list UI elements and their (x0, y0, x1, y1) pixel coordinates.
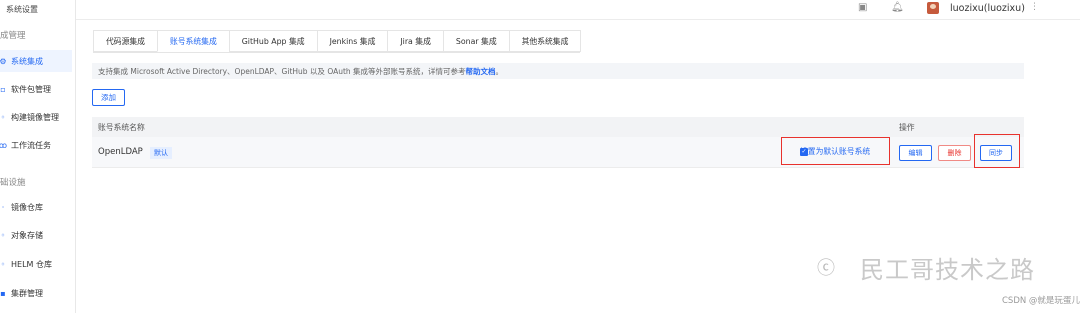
integration-tabs: 代码源集成 账号系统集成 GitHub App 集成 Jenkins 集成 Ji… (93, 30, 582, 53)
sidebar: 系统设置 成管理 ⚙ 系统集成 ▫ 软件包管理 ◦ 构建镜像管理 ꝏ 工作流任务… (0, 0, 76, 313)
sidebar-item-label: 对象存储 (11, 230, 43, 240)
user-name[interactable]: luozixu(luozixu) (950, 3, 1025, 14)
info-banner: 支持集成 Microsoft Active Directory、OpenLDAP… (92, 63, 1024, 79)
column-header-action: 操作 (899, 123, 915, 132)
tab-code-source[interactable]: 代码源集成 (93, 30, 158, 52)
sync-button[interactable]: 同步 (980, 145, 1012, 161)
cluster-icon: ▪ (0, 288, 6, 298)
sidebar-group-infra: 础设施 (0, 178, 26, 188)
add-button[interactable]: 添加 (92, 89, 125, 106)
csdn-watermark: CSDN @就是玩蛋儿 (1002, 296, 1080, 306)
sidebar-item-image-repo[interactable]: · 镜像仓库 (0, 196, 72, 218)
tab-account-system[interactable]: 账号系统集成 (156, 30, 230, 52)
object-storage-icon: ◦ (0, 230, 6, 240)
sidebar-item-system-integration[interactable]: ⚙ 系统集成 (0, 50, 72, 72)
image-repo-icon: · (1, 202, 5, 212)
tab-sonar[interactable]: Sonar 集成 (442, 30, 510, 52)
table-header: 账号系统名称 操作 (92, 117, 1024, 137)
sidebar-item-workflow[interactable]: ꝏ 工作流任务 (0, 134, 72, 156)
set-default-label: 设置为默认账号系统 (800, 146, 871, 156)
build-image-icon: ◦ (0, 112, 6, 122)
column-header-name: 账号系统名称 (98, 123, 145, 132)
tab-other[interactable]: 其他系统集成 (508, 30, 582, 52)
sidebar-item-label: 软件包管理 (11, 84, 51, 94)
info-suffix: 。 (495, 66, 504, 76)
package-icon: ▫ (0, 84, 6, 94)
delete-button[interactable]: 删除 (938, 145, 971, 161)
tab-jenkins[interactable]: Jenkins 集成 (316, 30, 389, 52)
help-doc-link[interactable]: 帮助文档 (466, 66, 496, 77)
tab-github-app[interactable]: GitHub App 集成 (228, 30, 318, 52)
sidebar-item-label: 构建镜像管理 (11, 112, 59, 122)
set-default-checkbox-label[interactable]: 设置为默认账号系统 (781, 137, 890, 165)
helm-icon: ◦ (0, 259, 6, 269)
sidebar-item-object-storage[interactable]: ◦ 对象存储 (0, 224, 72, 246)
sidebar-item-label: 集群管理 (11, 288, 43, 298)
sidebar-item-package[interactable]: ▫ 软件包管理 (0, 78, 72, 100)
sidebar-title: 系统设置 (6, 5, 38, 14)
sidebar-item-label: 镜像仓库 (11, 202, 43, 212)
avatar[interactable] (927, 2, 939, 14)
tab-jira[interactable]: Jira 集成 (387, 30, 444, 52)
integration-icon: ⚙ (0, 56, 7, 66)
info-text: 支持集成 Microsoft Active Directory、OpenLDAP… (98, 66, 466, 76)
sidebar-item-label: HELM 仓库 (11, 259, 52, 269)
sidebar-group-integration: 成管理 (0, 31, 26, 41)
bell-icon[interactable]: 🔔︎ (891, 2, 904, 13)
more-icon[interactable]: ⋮ (1030, 2, 1039, 12)
docs-icon[interactable]: ▣ (858, 2, 867, 13)
watermark-text: 民工哥技术之路 (860, 256, 1035, 284)
edit-button[interactable]: 编辑 (899, 145, 932, 161)
sidebar-item-label: 系统集成 (11, 56, 43, 66)
account-system-name: OpenLDAP (98, 147, 143, 157)
sidebar-item-build-image[interactable]: ◦ 构建镜像管理 (0, 106, 72, 128)
default-badge: 默认 (150, 147, 172, 159)
wechat-icon: ⓒ (817, 258, 835, 279)
workflow-icon: ꝏ (0, 140, 8, 150)
sidebar-item-label: 工作流任务 (11, 140, 51, 150)
sidebar-item-cluster[interactable]: ▪ 集群管理 (0, 282, 72, 304)
sidebar-item-helm[interactable]: ◦ HELM 仓库 (0, 253, 72, 275)
set-default-checkbox[interactable]: ✓ (800, 148, 808, 156)
